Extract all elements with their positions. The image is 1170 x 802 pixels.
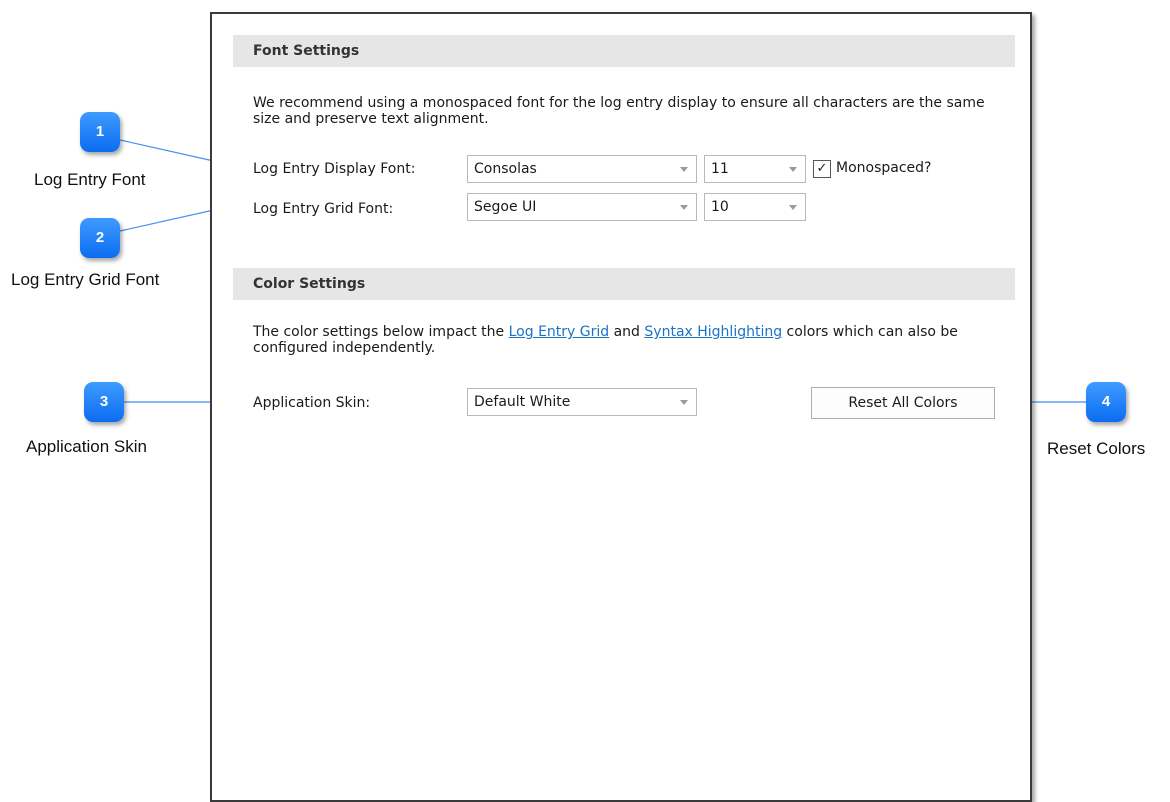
grid-font-label: Log Entry Grid Font: xyxy=(253,201,394,217)
display-size-dropdown[interactable]: 11 xyxy=(704,155,806,183)
grid-size-dropdown[interactable]: 10 xyxy=(704,193,806,221)
monospaced-checkbox[interactable]: ✓ xyxy=(813,160,831,178)
font-settings-description: We recommend using a monospaced font for… xyxy=(253,95,985,127)
skin-label: Application Skin: xyxy=(253,395,371,411)
chevron-down-icon xyxy=(789,205,797,210)
color-settings-header: Color Settings xyxy=(233,268,1015,300)
callout-text-3: Application Skin xyxy=(26,437,147,456)
chevron-down-icon xyxy=(680,167,688,172)
callout-badge-1: 1 xyxy=(80,112,120,152)
display-font-dropdown[interactable]: Consolas xyxy=(467,155,697,183)
syntax-highlighting-link[interactable]: Syntax Highlighting xyxy=(644,324,782,340)
font-settings-header: Font Settings xyxy=(233,35,1015,67)
chevron-down-icon xyxy=(680,400,688,405)
chevron-down-icon xyxy=(789,167,797,172)
callout-badge-2: 2 xyxy=(80,218,120,258)
reset-all-colors-button[interactable]: Reset All Colors xyxy=(811,387,995,419)
skin-value: Default White xyxy=(474,394,571,410)
callout-text-4: Reset Colors xyxy=(1047,439,1146,458)
display-font-value: Consolas xyxy=(474,161,537,177)
options-panel: Font Settings We recommend using a monos… xyxy=(210,12,1032,802)
grid-font-dropdown[interactable]: Segoe UI xyxy=(467,193,697,221)
grid-font-value: Segoe UI xyxy=(474,199,537,215)
skin-dropdown[interactable]: Default White xyxy=(467,388,697,416)
callout-badge-4: 4 xyxy=(1086,382,1126,422)
callout-badge-3: 3 xyxy=(84,382,124,422)
display-size-value: 11 xyxy=(711,161,729,177)
callout-text-2: Log Entry Grid Font xyxy=(11,270,160,289)
grid-size-value: 10 xyxy=(711,199,729,215)
color-desc-and: and xyxy=(609,324,645,340)
color-desc-prefix: The color settings below impact the xyxy=(253,324,509,340)
display-font-label: Log Entry Display Font: xyxy=(253,161,416,177)
color-settings-description: The color settings below impact the Log … xyxy=(253,324,993,356)
chevron-down-icon xyxy=(680,205,688,210)
callout-text-1: Log Entry Font xyxy=(34,170,146,189)
monospaced-label: Monospaced? xyxy=(836,160,932,176)
log-entry-grid-link[interactable]: Log Entry Grid xyxy=(509,324,610,340)
